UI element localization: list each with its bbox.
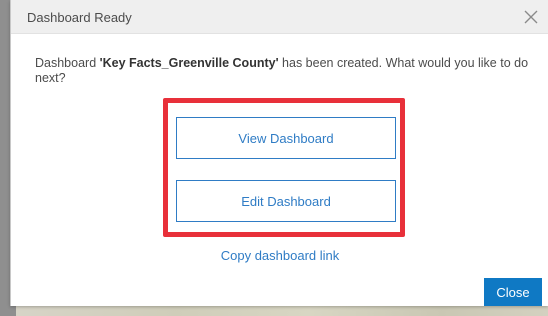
view-dashboard-button[interactable]: View Dashboard — [176, 117, 396, 159]
close-icon[interactable] — [521, 7, 541, 27]
message-prefix: Dashboard — [35, 56, 100, 70]
dashboard-name: 'Key Facts_Greenville County' — [99, 56, 279, 70]
copy-dashboard-link[interactable]: Copy dashboard link — [11, 248, 548, 263]
dialog-header: Dashboard Ready — [11, 0, 548, 34]
close-button[interactable]: Close — [484, 278, 542, 306]
dialog-message: Dashboard 'Key Facts_Greenville County' … — [35, 56, 535, 86]
dashboard-ready-dialog: Dashboard Ready Dashboard 'Key Facts_Gre… — [10, 0, 548, 306]
edit-dashboard-button[interactable]: Edit Dashboard — [176, 180, 396, 222]
dialog-title: Dashboard Ready — [27, 10, 132, 25]
